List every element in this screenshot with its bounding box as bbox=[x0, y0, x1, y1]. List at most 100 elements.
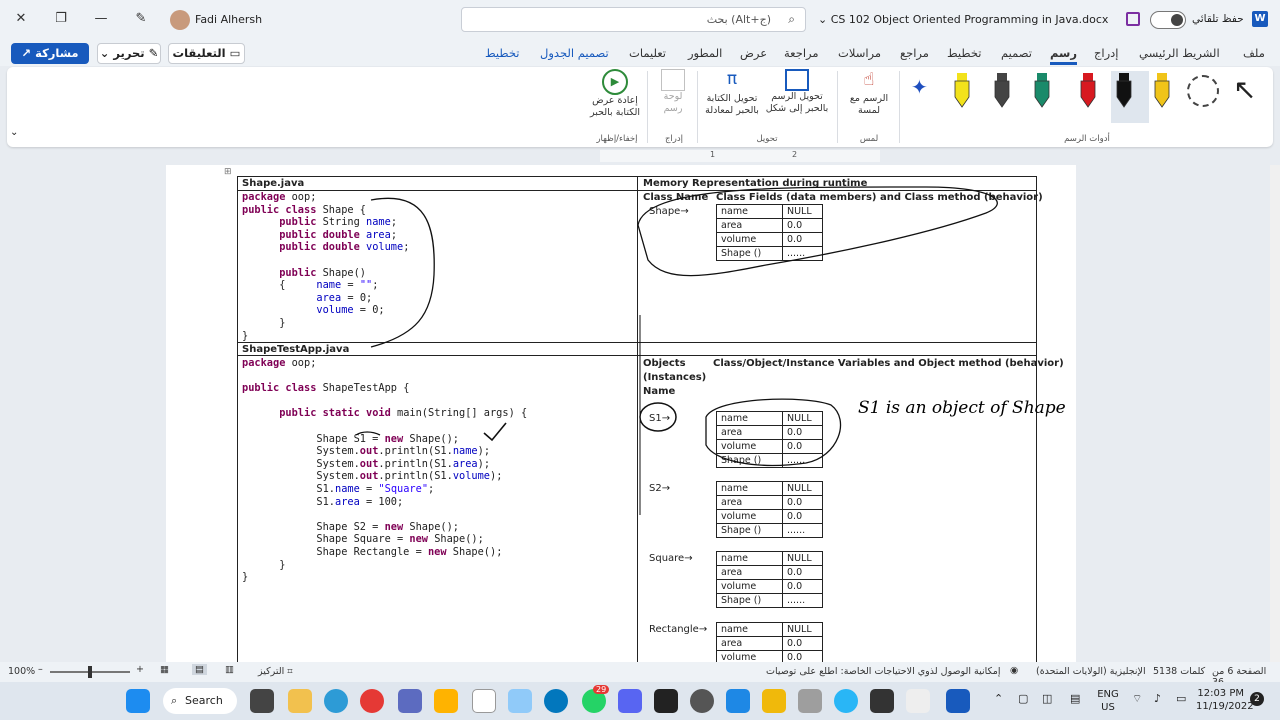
notepad-icon[interactable] bbox=[472, 689, 496, 713]
search-box[interactable]: بحث (Alt+ج) ⌕ bbox=[461, 7, 806, 32]
document-page[interactable]: ⊞ Shape.java Memory Representation durin… bbox=[166, 165, 1076, 679]
tab-view[interactable]: عرض bbox=[740, 46, 767, 60]
draw-with-touch-label: الرسم مع لمسة bbox=[849, 93, 889, 116]
draw-with-touch-button[interactable]: ☝ الرسم مع لمسة bbox=[843, 69, 895, 117]
notification-badge[interactable]: 2 bbox=[1250, 692, 1264, 706]
ruler-mark: 2 bbox=[792, 150, 798, 159]
ink-annotations[interactable]: S1 is an object of Shape bbox=[166, 165, 1076, 662]
ink-checkmark bbox=[483, 422, 507, 442]
pen-galaxy[interactable] bbox=[1029, 71, 1055, 111]
app-icon[interactable] bbox=[434, 689, 458, 713]
pen-icon bbox=[1034, 73, 1050, 108]
wifi-icon[interactable]: ⌔ bbox=[1132, 692, 1142, 706]
app-icon[interactable] bbox=[906, 689, 930, 713]
effects-pen-icon[interactable]: ✦ bbox=[911, 75, 928, 99]
vscode-icon[interactable] bbox=[726, 689, 750, 713]
edge-icon[interactable] bbox=[324, 689, 348, 713]
pen-icon bbox=[1116, 73, 1132, 108]
pen-black-selected[interactable] bbox=[1111, 71, 1149, 123]
edit-button[interactable]: ⌄ تحرير ✎ bbox=[97, 43, 161, 64]
tab-table-layout[interactable]: تخطيط bbox=[485, 46, 519, 60]
zoom-level[interactable]: 100% bbox=[8, 666, 35, 677]
tab-developer[interactable]: المطور bbox=[688, 46, 722, 60]
word-count[interactable]: 5138 كلمات bbox=[1153, 666, 1205, 677]
file-explorer-icon[interactable] bbox=[288, 689, 312, 713]
document-title[interactable]: ⌄ CS 102 Object Oriented Programming in … bbox=[818, 13, 1108, 26]
tab-review[interactable]: مراجعة bbox=[784, 46, 819, 60]
close-button[interactable]: ✕ bbox=[8, 8, 34, 30]
group-label-insert: إدراج bbox=[664, 134, 684, 144]
task-view-icon[interactable] bbox=[250, 689, 274, 713]
discord-icon[interactable] bbox=[618, 689, 642, 713]
tab-design[interactable]: تصميم bbox=[1001, 46, 1032, 60]
autosave-toggle[interactable] bbox=[1150, 11, 1186, 29]
lasso-select-icon[interactable] bbox=[1187, 75, 1219, 107]
language-indicator[interactable]: ENG US bbox=[1096, 688, 1120, 714]
terminal-icon[interactable] bbox=[654, 689, 678, 713]
tab-layout[interactable]: تخطيط bbox=[947, 46, 981, 60]
app-icon[interactable] bbox=[870, 689, 894, 713]
zoom-in-button[interactable]: + bbox=[136, 664, 144, 675]
pen-icon[interactable]: ✎ bbox=[128, 8, 154, 30]
edit-label: تحرير bbox=[113, 46, 145, 60]
user-name[interactable]: Fadi Alhersh bbox=[195, 13, 262, 26]
tab-file[interactable]: ملف bbox=[1243, 46, 1265, 60]
minimize-button[interactable]: — bbox=[88, 8, 114, 30]
save-icon[interactable] bbox=[1126, 12, 1140, 26]
word-taskbar-icon[interactable] bbox=[946, 689, 970, 713]
pen-red[interactable] bbox=[1069, 71, 1096, 111]
toggle-knob bbox=[1171, 14, 1183, 26]
volume-icon[interactable]: ♪ bbox=[1154, 692, 1161, 705]
app-icon[interactable] bbox=[690, 689, 714, 713]
chrome-icon[interactable] bbox=[360, 689, 384, 713]
tab-help[interactable]: تعليمات bbox=[629, 46, 666, 60]
accessibility-status[interactable]: إمكانية الوصول لذوي الاحتياجات الخاصة: ا… bbox=[766, 666, 1000, 677]
tab-draw[interactable]: رسم bbox=[1050, 46, 1077, 65]
drawing-canvas-button[interactable]: لوحة رسم bbox=[655, 69, 691, 115]
tray-app-icon[interactable]: ◫ bbox=[1042, 692, 1052, 705]
highlighter-pink[interactable] bbox=[1149, 71, 1175, 111]
ink-to-math-button[interactable]: π تحويل الكتابة بالحبر لمعادلة bbox=[703, 69, 761, 117]
focus-button[interactable]: التركيز ⌗ bbox=[258, 666, 293, 677]
app-icon[interactable] bbox=[762, 689, 786, 713]
web-layout-icon[interactable]: ▦ bbox=[160, 664, 169, 675]
read-mode-icon[interactable]: ▥ bbox=[225, 664, 234, 675]
comments-button[interactable]: التعليقات ▭ bbox=[168, 43, 245, 64]
app-icon[interactable] bbox=[544, 689, 568, 713]
ink-to-shape-button[interactable]: تحويل الرسم بالحبر إلى شكل bbox=[763, 69, 831, 115]
replay-ink-label: إعادة عرض الكتابة بالحبر bbox=[590, 95, 640, 118]
zoom-slider-thumb[interactable] bbox=[88, 666, 92, 678]
app-icon[interactable] bbox=[508, 689, 532, 713]
telegram-icon[interactable] bbox=[834, 689, 858, 713]
replay-ink-button[interactable]: ▶ إعادة عرض الكتابة بالحبر bbox=[587, 69, 643, 119]
paint-icon[interactable] bbox=[398, 689, 422, 713]
tray-app-icon[interactable]: ▤ bbox=[1070, 692, 1080, 705]
tab-home[interactable]: الشريط الرئيسي bbox=[1139, 46, 1220, 60]
avatar[interactable] bbox=[170, 10, 190, 30]
select-arrow-icon[interactable]: ↖ bbox=[1233, 73, 1256, 106]
collapse-ribbon-icon[interactable]: ⌄ bbox=[10, 127, 18, 138]
tab-insert[interactable]: إدراج bbox=[1094, 46, 1119, 60]
tab-mailings[interactable]: مراسلات bbox=[838, 46, 881, 60]
taskbar-search-label: Search bbox=[185, 694, 223, 707]
highlighter-yellow[interactable] bbox=[949, 71, 975, 111]
print-layout-icon[interactable]: ▤ bbox=[192, 664, 207, 675]
tab-table-design[interactable]: تصميم الجدول bbox=[540, 46, 609, 60]
pen-gray[interactable] bbox=[989, 71, 1015, 111]
tray-chevron-icon[interactable]: ⌃ bbox=[994, 692, 1003, 705]
restore-button[interactable]: ❐ bbox=[48, 8, 74, 30]
pen-icon bbox=[1154, 73, 1170, 108]
start-button[interactable] bbox=[126, 689, 150, 713]
zoom-out-button[interactable]: – bbox=[38, 664, 43, 675]
taskbar-search[interactable]: ⌕ Search bbox=[163, 688, 237, 714]
share-button[interactable]: ↗ مشاركة bbox=[11, 43, 89, 64]
clock[interactable]: 12:03 PM 11/19/2022 bbox=[1196, 687, 1254, 713]
tab-references[interactable]: مراجع bbox=[900, 46, 929, 60]
track-changes-icon[interactable]: ◉ bbox=[1010, 665, 1018, 676]
tray-app-icon[interactable]: ▢ bbox=[1018, 692, 1028, 705]
vertical-scrollbar[interactable] bbox=[1270, 165, 1280, 662]
language-status[interactable]: الإنجليزية (الولايات المتحدة) bbox=[1036, 666, 1146, 677]
ruler[interactable]: 1 2 bbox=[600, 150, 880, 162]
battery-icon[interactable]: ▭ bbox=[1176, 692, 1186, 705]
app-icon[interactable] bbox=[798, 689, 822, 713]
